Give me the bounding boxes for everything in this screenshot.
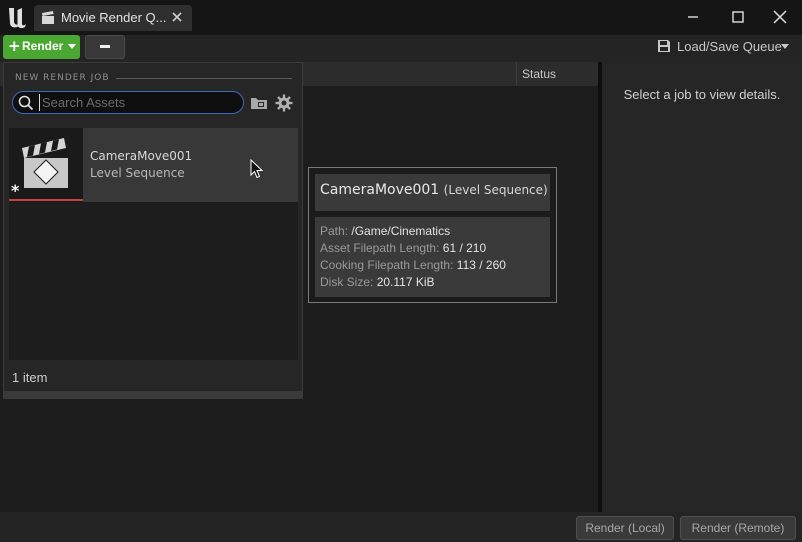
maximize-icon[interactable] xyxy=(729,8,747,26)
tab-close-icon[interactable] xyxy=(170,10,184,24)
chevron-down-icon xyxy=(781,44,789,49)
toolbar: + Render Load/Save Queue xyxy=(0,35,802,62)
asset-name: CameraMove001 xyxy=(90,149,193,163)
tooltip-row: Path: /Game/Cinematics xyxy=(320,224,450,238)
load-save-queue-label: Load/Save Queue xyxy=(677,39,782,54)
details-hint: Select a job to view details. xyxy=(623,87,781,102)
status-column-header[interactable]: Status xyxy=(516,62,598,86)
tooltip-row: Cooking Filepath Length: 113 / 260 xyxy=(320,258,506,272)
tooltip-header: CameraMove001 (Level Sequence) xyxy=(315,174,550,211)
asset-type-color-bar xyxy=(9,199,83,201)
job-details-panel: Select a job to view details. xyxy=(602,62,802,512)
tooltip-key: Disk Size: xyxy=(320,275,374,289)
title-bar: Movie Render Q... xyxy=(0,0,802,35)
bottom-bar: Render (Local) Render (Remote) xyxy=(0,512,802,542)
dropdown-resize-bar[interactable] xyxy=(4,391,302,398)
folder-icon[interactable] xyxy=(250,95,268,111)
tooltip-value: 20.117 KiB xyxy=(376,275,435,289)
asset-thumbnail: * xyxy=(9,128,83,202)
asset-tooltip: CameraMove001 (Level Sequence) Path: /Ga… xyxy=(308,167,557,303)
minimize-icon[interactable] xyxy=(684,8,702,26)
tab-label: Movie Render Q... xyxy=(61,10,167,25)
tooltip-key: Asset Filepath Length: xyxy=(320,241,440,255)
unsaved-asterisk-icon: * xyxy=(11,181,20,200)
save-disk-icon xyxy=(658,40,670,52)
new-render-job-dropdown: NEW RENDER JOB Search Assets * CameraMov… xyxy=(3,62,303,399)
render-local-button[interactable]: Render (Local) xyxy=(576,516,674,540)
render-remote-button[interactable]: Render (Remote) xyxy=(680,516,796,540)
tooltip-asset-type: (Level Sequence) xyxy=(443,183,548,197)
close-icon[interactable] xyxy=(771,8,789,26)
mouse-cursor-icon xyxy=(250,159,263,179)
item-count: 1 item xyxy=(12,370,48,385)
plus-icon: + xyxy=(8,37,21,55)
unreal-logo-icon[interactable] xyxy=(5,5,29,29)
remove-job-button[interactable] xyxy=(85,35,125,59)
minus-icon xyxy=(100,45,110,48)
clapperboard-icon xyxy=(42,11,54,24)
tooltip-key: Path: xyxy=(320,224,349,238)
chevron-down-icon xyxy=(68,44,76,49)
search-input[interactable] xyxy=(39,94,239,111)
tooltip-body: Path: /Game/Cinematics Asset Filepath Le… xyxy=(315,217,550,297)
tooltip-row: Asset Filepath Length: 61 / 210 xyxy=(320,241,486,255)
section-title: NEW RENDER JOB xyxy=(15,73,110,83)
search-box[interactable] xyxy=(12,91,244,114)
tooltip-asset-name: CameraMove001 xyxy=(320,182,440,198)
render-button-label: Render xyxy=(22,39,64,53)
tooltip-row: Disk Size: 20.117 KiB xyxy=(320,275,435,289)
gear-icon[interactable] xyxy=(275,94,293,112)
section-divider xyxy=(116,78,292,79)
tooltip-key: Cooking Filepath Length: xyxy=(320,258,454,272)
tooltip-value: 113 / 260 xyxy=(456,258,506,272)
render-button[interactable]: + Render xyxy=(3,35,80,59)
status-column-label: Status xyxy=(522,67,557,81)
tooltip-value: 61 / 210 xyxy=(442,241,487,255)
tooltip-value: /Game/Cinematics xyxy=(351,224,451,238)
search-icon xyxy=(18,95,34,111)
tab-movie-render-queue[interactable]: Movie Render Q... xyxy=(34,5,192,31)
asset-type: Level Sequence xyxy=(90,166,185,180)
level-sequence-icon xyxy=(22,138,68,188)
